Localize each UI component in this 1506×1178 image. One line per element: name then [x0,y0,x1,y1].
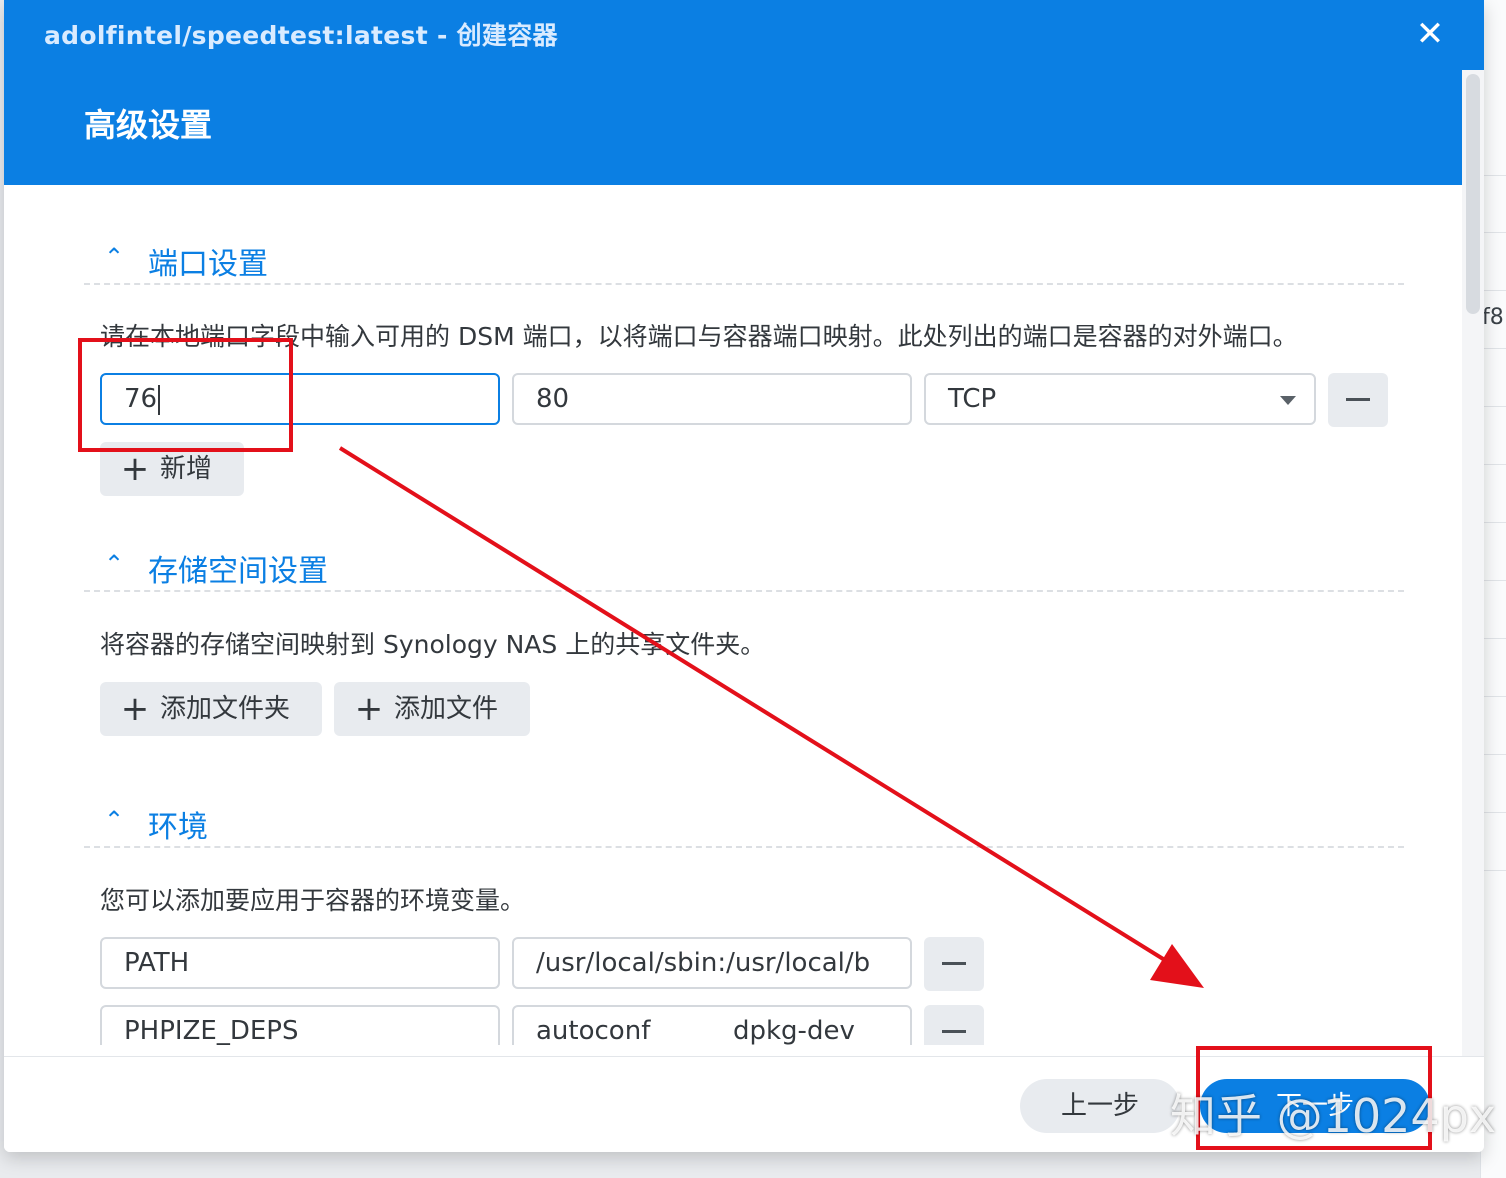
arrow-shaft [338,446,1170,964]
zhihu-watermark: 知乎 @1024px [1170,1089,1497,1143]
annotation-arrow [338,446,1204,988]
arrow-head [1150,944,1204,988]
